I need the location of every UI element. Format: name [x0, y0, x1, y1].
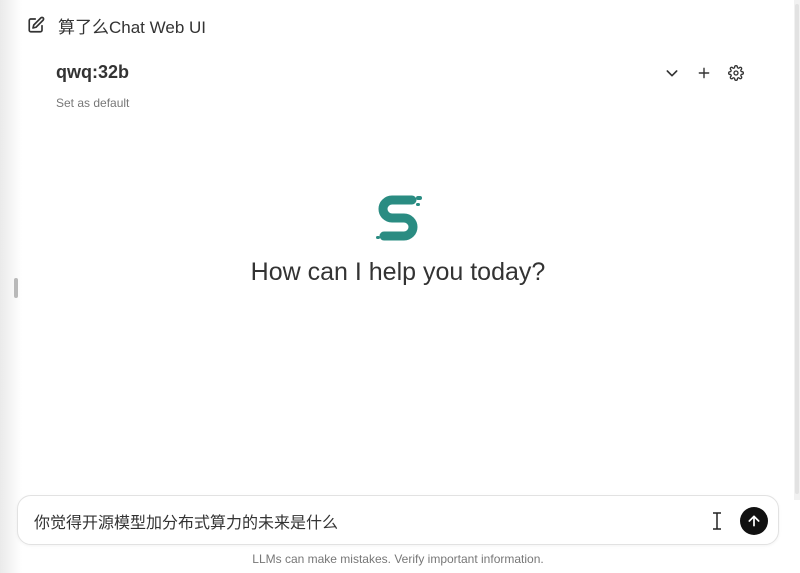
gear-icon[interactable]	[726, 63, 746, 83]
disclaimer-text: LLMs can make mistakes. Verify important…	[252, 552, 544, 566]
brand-logo	[372, 192, 424, 244]
greeting-heading: How can I help you today?	[250, 258, 546, 286]
top-bar: 算了么Chat Web UI	[26, 12, 206, 38]
model-actions	[662, 62, 746, 84]
chat-composer	[17, 495, 779, 545]
chevron-down-icon[interactable]	[662, 63, 682, 83]
text-cursor-icon	[710, 510, 724, 532]
app-root: 算了么Chat Web UI qwq:32b Set as default Ho…	[0, 0, 800, 573]
set-default-link[interactable]: Set as default	[56, 96, 129, 110]
scrollbar[interactable]	[794, 0, 800, 500]
app-title: 算了么Chat Web UI	[58, 17, 207, 37]
scrollbar-thumb[interactable]	[795, 4, 799, 494]
new-chat-icon[interactable]	[26, 15, 46, 35]
send-button[interactable]	[740, 507, 768, 535]
chat-input[interactable]	[34, 510, 694, 532]
plus-icon[interactable]	[694, 63, 714, 83]
arrow-up-icon	[748, 515, 760, 527]
model-selector-name[interactable]: qwq:32b	[56, 62, 129, 83]
